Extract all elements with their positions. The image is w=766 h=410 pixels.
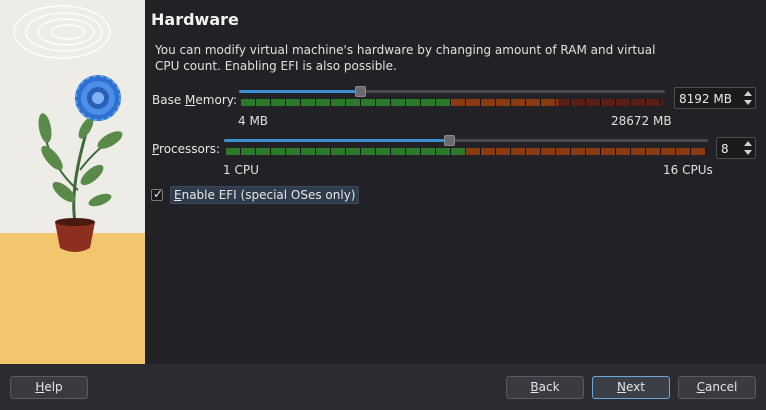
page-description: You can modify virtual machine's hardwar… (155, 43, 656, 73)
wizard-illustration (0, 0, 145, 364)
check-icon: ✓ (153, 187, 164, 201)
enable-efi-label[interactable]: Enable EFI (special OSes only) (170, 186, 360, 204)
processors-min-label: 1 CPU (223, 163, 259, 177)
processors-max-label: 16 CPUs (663, 163, 713, 177)
base-memory-label: Base Memory: (152, 93, 237, 107)
next-button[interactable]: Next (592, 376, 670, 399)
cancel-button[interactable]: Cancel (678, 376, 756, 399)
processors-spinbox[interactable]: 8 (716, 137, 756, 159)
button-label: elp (44, 380, 63, 394)
slider-fill (224, 139, 450, 142)
mnemonic: C (696, 380, 706, 394)
enable-efi-checkbox[interactable]: ✓ (151, 187, 164, 201)
mnemonic: E (174, 188, 182, 202)
tick-marks (226, 148, 706, 155)
page-title: Hardware (151, 10, 239, 29)
label-text: nable EFI (special OSes only) (181, 188, 356, 202)
mnemonic: M (185, 93, 196, 107)
button-label: ext (626, 380, 645, 394)
back-button[interactable]: Back (506, 376, 584, 399)
arrow-up-icon[interactable] (744, 141, 752, 146)
tick-marks (241, 99, 663, 106)
slider-handle[interactable] (443, 135, 455, 146)
mnemonic: N (617, 380, 626, 394)
arrow-down-icon[interactable] (744, 150, 752, 155)
mnemonic: B (530, 380, 539, 394)
spin-arrows (743, 139, 754, 157)
slider-handle[interactable] (354, 86, 366, 97)
memory-capacity-bar (241, 99, 663, 106)
arrow-up-icon[interactable] (744, 91, 752, 96)
button-label: ack (538, 380, 560, 394)
memory-min-label: 4 MB (238, 114, 269, 128)
memory-max-label: 28672 MB (611, 114, 672, 128)
label-text: rocessors: (159, 142, 221, 156)
hardware-page: Hardware You can modify virtual machine'… (146, 0, 766, 364)
help-button[interactable]: Help (10, 376, 88, 399)
memory-spinbox[interactable]: 8192 MB (674, 87, 756, 109)
flower-pot-illustration (0, 0, 145, 364)
label-text: Base (152, 93, 186, 107)
slider-fill (239, 90, 361, 93)
base-memory-slider[interactable] (239, 86, 665, 97)
processors-value: 8 (721, 142, 729, 156)
wizard-button-bar: Help Back Next Cancel (0, 364, 766, 410)
arrow-down-icon[interactable] (744, 100, 752, 105)
processor-capacity-bar (226, 148, 706, 155)
mnemonic: P (152, 142, 160, 156)
memory-value: 8192 MB (679, 92, 732, 106)
mnemonic: H (35, 380, 45, 394)
button-label: ancel (705, 380, 738, 394)
processors-label: Processors: (152, 142, 220, 156)
spin-arrows (743, 89, 754, 107)
label-text: emory: (195, 93, 238, 107)
processors-slider[interactable] (224, 135, 708, 146)
